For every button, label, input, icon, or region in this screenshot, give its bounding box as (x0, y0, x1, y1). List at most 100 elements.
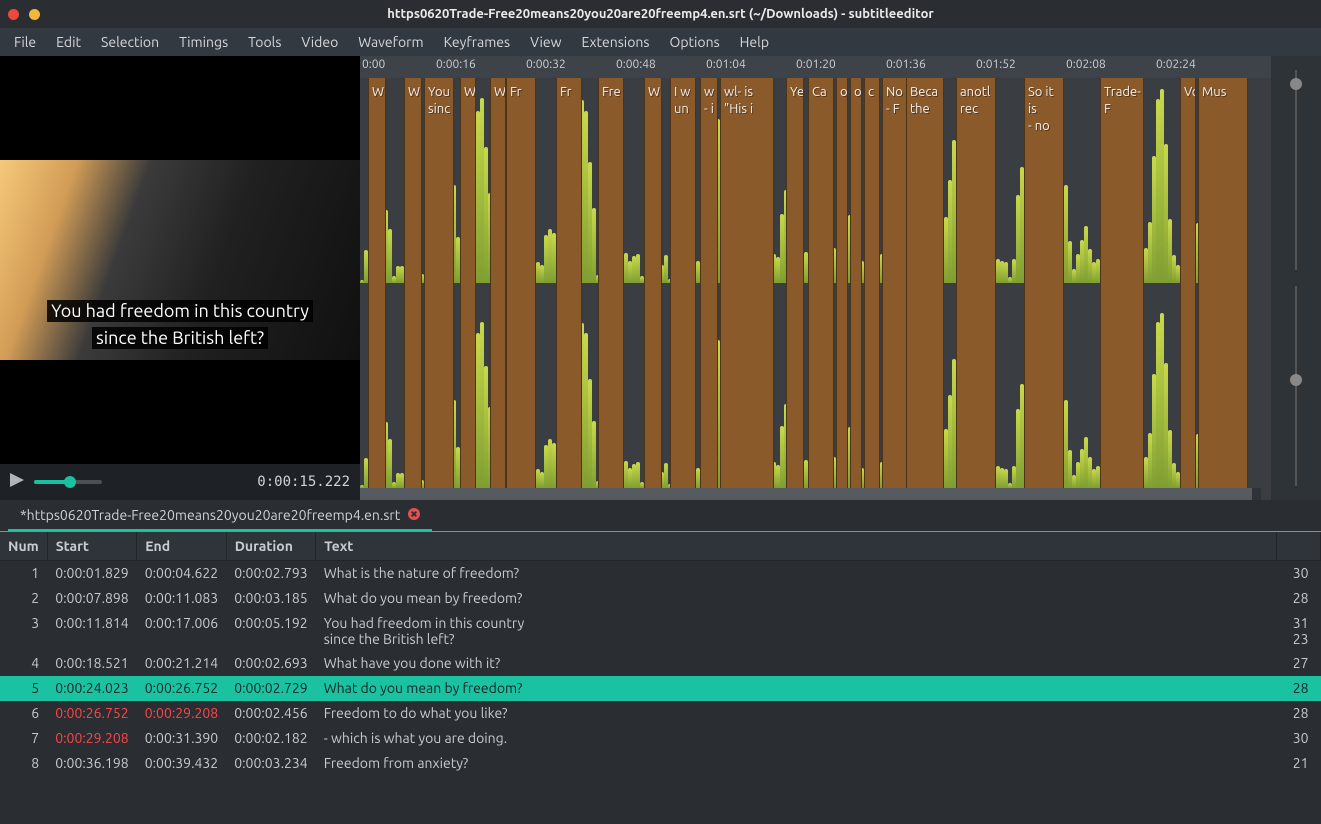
clip-label: So it is- no (1025, 78, 1063, 141)
menu-file[interactable]: File (4, 30, 46, 54)
waveform-clip[interactable]: W (404, 78, 422, 488)
waveform-clip[interactable]: W (460, 78, 476, 488)
cell-end: 0:00:11.083 (137, 586, 227, 611)
clip-label: wl- is"His i (721, 78, 773, 124)
waveform-h-scrollbar[interactable] (360, 488, 1261, 500)
cell-text: - which is what you are doing. (316, 726, 1277, 751)
waveform-clip[interactable]: Ye (786, 78, 804, 488)
cell-duration: 0:00:03.234 (226, 751, 316, 776)
table-row[interactable]: 30:00:11.8140:00:17.0060:00:05.192You ha… (0, 611, 1321, 651)
waveform-clip[interactable]: Voi (1180, 78, 1196, 488)
waveform-clip[interactable]: I wun (670, 78, 696, 488)
waveform-clip[interactable]: Becathe (906, 78, 944, 488)
table-row[interactable]: 20:00:07.8980:00:11.0830:00:03.185What d… (0, 586, 1321, 611)
cell-start: 0:00:36.198 (47, 751, 137, 776)
cell-text: You had freedom in this countrysince the… (316, 611, 1277, 651)
waveform-clip[interactable]: o (850, 78, 862, 488)
volume-slider[interactable] (34, 480, 102, 484)
cell-start: 0:00:26.752 (47, 701, 137, 726)
waveform-zoom-sliders (1271, 56, 1321, 500)
menu-waveform[interactable]: Waveform (348, 30, 433, 54)
clip-label: o (851, 78, 861, 107)
cell-duration: 0:00:02.456 (226, 701, 316, 726)
clip-label: Fr (557, 78, 581, 107)
col-duration[interactable]: Duration (226, 532, 316, 561)
waveform-body[interactable]: WWYousincWWFrFrFreWI wunw- iwl- is"His i… (360, 78, 1261, 488)
clip-label: Ye (787, 78, 803, 107)
cell-duration: 0:00:03.185 (226, 586, 316, 611)
waveform-clip[interactable]: Fr (556, 78, 582, 488)
video-panel: You had freedom in this country since th… (0, 56, 360, 500)
waveform-clip[interactable]: Ca (808, 78, 834, 488)
subtitle-line-1: You had freedom in this country (47, 300, 313, 322)
play-button[interactable] (10, 473, 24, 491)
menu-tools[interactable]: Tools (238, 30, 291, 54)
menu-keyframes[interactable]: Keyframes (434, 30, 521, 54)
clip-label: Fre (599, 78, 623, 107)
cell-end: 0:00:29.208 (137, 701, 227, 726)
waveform-clip[interactable]: Fr (506, 78, 536, 488)
cell-end: 0:00:17.006 (137, 611, 227, 651)
window-title: https0620Trade-Free20means20you20are20fr… (0, 7, 1321, 21)
menu-view[interactable]: View (520, 30, 571, 54)
cell-num: 2 (0, 586, 47, 611)
waveform-clip[interactable]: W (644, 78, 662, 488)
clip-label: anotlrec (957, 78, 995, 124)
cell-num: 4 (0, 651, 47, 676)
waveform-clip[interactable]: Mus (1198, 78, 1248, 488)
cell-start: 0:00:18.521 (47, 651, 137, 676)
table-row[interactable]: 70:00:29.2080:00:31.3900:00:02.182- whic… (0, 726, 1321, 751)
zoom-slider-2[interactable] (1295, 286, 1297, 486)
waveform-clip[interactable]: c (864, 78, 880, 488)
menu-selection[interactable]: Selection (91, 30, 169, 54)
cell-text: What is the nature of freedom? (316, 561, 1277, 586)
menu-edit[interactable]: Edit (46, 30, 91, 54)
subtitle-overlay: You had freedom in this country since th… (12, 298, 348, 352)
col-end[interactable]: End (137, 532, 227, 561)
app-window: https0620Trade-Free20means20you20are20fr… (0, 0, 1321, 824)
menu-help[interactable]: Help (730, 30, 779, 54)
video-frame[interactable]: You had freedom in this country since th… (0, 56, 360, 464)
subtitle-table-wrap[interactable]: Num Start End Duration Text 10:00:01.829… (0, 532, 1321, 798)
waveform-clip[interactable]: anotlrec (956, 78, 996, 488)
waveform-clip[interactable]: Trade-F (1100, 78, 1144, 488)
cell-start: 0:00:24.023 (47, 676, 137, 701)
waveform-clip[interactable]: W (490, 78, 506, 488)
menu-options[interactable]: Options (659, 30, 729, 54)
waveform-clip[interactable]: Yousinc (424, 78, 454, 488)
cell-duration: 0:00:02.693 (226, 651, 316, 676)
subtitle-table: Num Start End Duration Text 10:00:01.829… (0, 532, 1321, 776)
waveform-clip[interactable]: w- i (700, 78, 718, 488)
col-start[interactable]: Start (47, 532, 137, 561)
play-icon (10, 473, 24, 487)
col-chars[interactable] (1277, 532, 1321, 561)
waveform-clip[interactable]: So it is- no (1024, 78, 1064, 488)
table-row[interactable]: 60:00:26.7520:00:29.2080:00:02.456Freedo… (0, 701, 1321, 726)
zoom-slider-1[interactable] (1295, 70, 1297, 270)
waveform-clip[interactable]: W (368, 78, 386, 488)
document-tab[interactable]: *https0620Trade-Free20means20you20are20f… (8, 501, 432, 531)
table-row[interactable]: 50:00:24.0230:00:26.7520:00:02.729What d… (0, 676, 1321, 701)
menu-timings[interactable]: Timings (169, 30, 238, 54)
waveform-panel[interactable]: 0:00 0:00:16 0:00:32 0:00:48 0:01:04 0:0… (360, 56, 1321, 500)
table-row[interactable]: 10:00:01.8290:00:04.6220:00:02.793What i… (0, 561, 1321, 586)
menu-video[interactable]: Video (291, 30, 348, 54)
clip-label: Fr (507, 78, 535, 107)
col-text[interactable]: Text (316, 532, 1277, 561)
waveform-clip[interactable]: Fre (598, 78, 624, 488)
menu-extensions[interactable]: Extensions (571, 30, 659, 54)
time-ruler[interactable]: 0:00 0:00:16 0:00:32 0:00:48 0:01:04 0:0… (360, 56, 1321, 78)
cell-chars: 28 (1277, 676, 1321, 701)
clip-label: I wun (671, 78, 695, 124)
col-num[interactable]: Num (0, 532, 47, 561)
clip-label: Ca (809, 78, 833, 107)
table-row[interactable]: 40:00:18.5210:00:21.2140:00:02.693What h… (0, 651, 1321, 676)
cell-num: 6 (0, 701, 47, 726)
clip-label: Mus (1199, 78, 1247, 107)
tab-close-button[interactable] (408, 507, 420, 523)
clip-label: w- i (701, 78, 717, 124)
table-row[interactable]: 80:00:36.1980:00:39.4320:00:03.234Freedo… (0, 751, 1321, 776)
waveform-clip[interactable]: wl- is"His i (720, 78, 774, 488)
waveform-clip[interactable]: o (836, 78, 848, 488)
playback-time: 0:00:15.222 (257, 474, 350, 490)
